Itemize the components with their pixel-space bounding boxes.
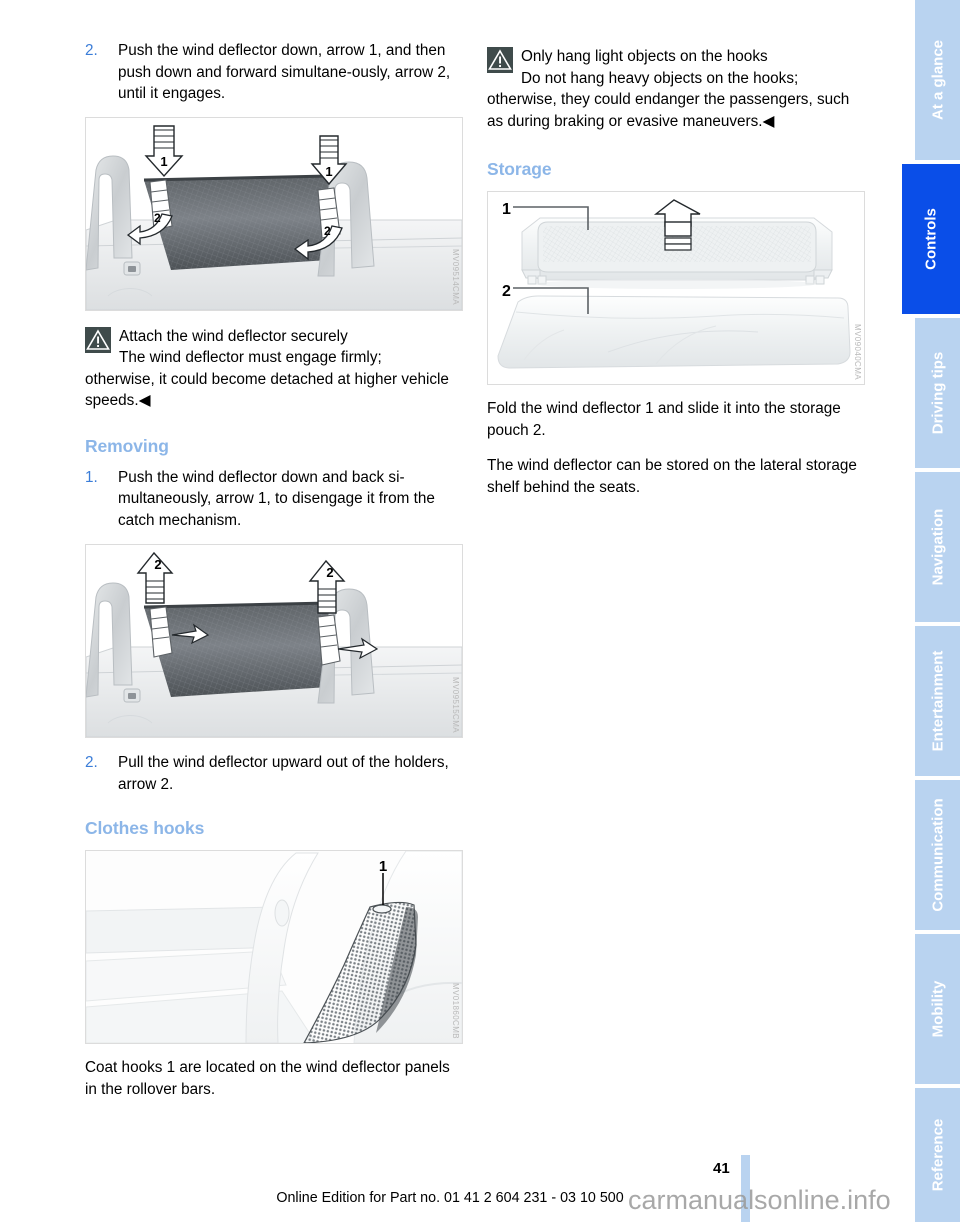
- storage-paragraph-2: The wind deflector can be stored on the …: [487, 457, 857, 496]
- left-column: 2. Push the wind deflector down, arrow 1…: [85, 40, 463, 1100]
- svg-text:1: 1: [160, 154, 167, 169]
- svg-text:2: 2: [326, 565, 333, 580]
- step-item: 2. Push the wind deflector down, arrow 1…: [85, 40, 463, 105]
- step-item: 2. Pull the wind deflector upward out of…: [85, 752, 463, 795]
- sidebar-tab-label: Communication: [929, 798, 946, 912]
- figure-wind-deflector-remove: 2 2 MV09515CMA: [85, 544, 463, 738]
- figure-code: MV09514CMA: [451, 249, 460, 306]
- caption-clothes-hooks: Coat hooks 1 are located on the wind def…: [85, 1059, 450, 1098]
- figure-clothes-hook: 1 MV01860CMB: [85, 850, 463, 1044]
- warning-attach-deflector: Attach the wind deflector securely The w…: [85, 326, 463, 412]
- step-number: 1.: [85, 468, 98, 486]
- section-tab-rail: At a glance Controls Driving tips Naviga…: [902, 0, 960, 1222]
- site-watermark: carmanualsonline.info: [628, 1185, 891, 1215]
- wind-deflector-remove-illustration: 2 2: [86, 551, 462, 737]
- heading-removing: Removing: [85, 435, 169, 456]
- sidebar-tab-communication[interactable]: Communication: [915, 780, 960, 930]
- svg-text:2: 2: [324, 224, 331, 238]
- warning-body-first: The wind deflector must engage firmly;: [119, 349, 382, 366]
- figure-code: MV09040CMA: [853, 323, 862, 380]
- wind-deflector-install-illustration: 1 1 2 2: [86, 124, 462, 310]
- clothes-hook-illustration: 1: [86, 851, 462, 1043]
- svg-text:2: 2: [154, 557, 161, 572]
- warning-triangle-icon: [487, 47, 513, 73]
- svg-text:1: 1: [379, 858, 387, 875]
- sidebar-tab-label: Reference: [929, 1118, 946, 1192]
- step-item: 1. Push the wind deflector down and back…: [85, 467, 463, 532]
- svg-text:1: 1: [325, 164, 332, 179]
- sidebar-tab-label: Driving tips: [929, 351, 946, 435]
- figure-storage: 1 2 MV09040CMA: [487, 191, 865, 385]
- sidebar-tab-driving-tips[interactable]: Driving tips: [915, 318, 960, 468]
- sidebar-tab-label: Controls: [922, 208, 940, 270]
- heading-clothes-hooks: Clothes hooks: [85, 818, 205, 838]
- warning-body-first: Do not hang heavy objects on the hooks;: [521, 69, 799, 87]
- sidebar-tab-label: Navigation: [929, 508, 946, 586]
- sidebar-tab-mobility[interactable]: Mobility: [915, 934, 960, 1084]
- step-text: Push the wind deflector down, arrow 1, a…: [118, 42, 451, 102]
- sidebar-tab-label: Mobility: [929, 980, 946, 1038]
- sidebar-tab-entertainment[interactable]: Entertainment: [915, 626, 960, 776]
- sidebar-tab-reference[interactable]: Reference: [915, 1088, 960, 1222]
- heading-storage: Storage: [487, 159, 552, 179]
- page-number: 41: [713, 1160, 730, 1177]
- right-column: Only hang light objects on the hooks Do …: [487, 40, 865, 498]
- step-text: Pull the wind deflector upward out of th…: [118, 754, 449, 793]
- step-text: Push the wind deflector down and back si…: [118, 468, 435, 529]
- storage-illustration: 1 2: [488, 192, 864, 384]
- sidebar-tab-at-a-glance[interactable]: At a glance: [915, 0, 960, 160]
- sidebar-tab-label: At a glance: [929, 39, 946, 121]
- figure-code: MV09515CMA: [451, 676, 460, 733]
- warning-title: Attach the wind deflector securely: [119, 327, 348, 345]
- svg-text:2: 2: [502, 283, 511, 300]
- storage-pouch: [497, 295, 851, 369]
- step-number: 2.: [85, 754, 98, 771]
- svg-text:1: 1: [502, 201, 511, 218]
- storage-paragraph-1: Fold the wind deflector 1 and slide it i…: [487, 400, 841, 439]
- warning-title: Only hang light objects on the hooks: [521, 48, 768, 65]
- warning-body-rest: otherwise, they could endanger the passe…: [487, 91, 850, 130]
- step-number: 2.: [85, 42, 98, 59]
- figure-code: MV01860CMB: [451, 982, 460, 1039]
- sidebar-tab-navigation[interactable]: Navigation: [915, 472, 960, 622]
- svg-text:2: 2: [154, 211, 161, 225]
- warning-light-objects: Only hang light objects on the hooks Do …: [487, 46, 865, 132]
- warning-body-rest: otherwise, it could become detached at h…: [85, 370, 449, 410]
- figure-wind-deflector-install: 1 1 2 2 MV09514CMA: [85, 116, 463, 311]
- sidebar-tab-label: Entertainment: [929, 650, 946, 752]
- sidebar-tab-controls[interactable]: Controls: [902, 164, 960, 314]
- arrow-1-left: 1: [144, 124, 184, 177]
- warning-triangle-icon: [85, 326, 111, 353]
- manual-page: 2. Push the wind deflector down, arrow 1…: [0, 0, 960, 1222]
- arrow-2-up-left: 2: [136, 551, 174, 604]
